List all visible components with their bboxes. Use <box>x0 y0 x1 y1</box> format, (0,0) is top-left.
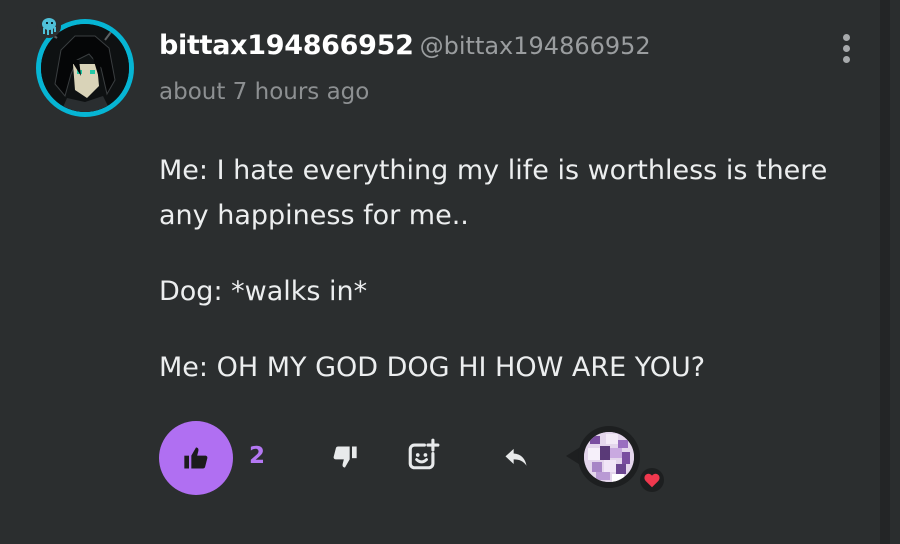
more-vertical-icon[interactable] <box>838 34 854 68</box>
heart-icon <box>644 473 660 488</box>
post-body: Me: I hate everything my life is worthle… <box>159 148 859 421</box>
add-reaction-icon <box>408 438 440 470</box>
author-handle[interactable]: @bittax194866952 <box>420 32 651 60</box>
author-avatar[interactable] <box>36 14 134 117</box>
add-reaction-button[interactable] <box>406 438 440 472</box>
thumbs-down-icon <box>333 446 357 468</box>
post-body-line: Me: OH MY GOD DOG HI HOW ARE YOU? <box>159 352 706 383</box>
reactor-avatar[interactable] <box>584 432 634 482</box>
heart-icon-wrap <box>640 468 664 492</box>
post-card: bittax194866952 @bittax194866952 about 7 … <box>0 0 890 544</box>
octopus-badge-icon <box>37 14 61 38</box>
author-username[interactable]: bittax194866952 <box>159 30 414 61</box>
like-button[interactable] <box>159 421 233 495</box>
reactions-summary[interactable] <box>566 424 664 492</box>
post-body-line: Dog: *walks in* <box>159 276 368 307</box>
thumbs-up-icon <box>184 447 208 469</box>
dislike-button[interactable] <box>328 440 362 474</box>
post-timestamp: about 7 hours ago <box>159 79 370 105</box>
post-body-line: Me: I hate everything my life is worthle… <box>159 155 828 231</box>
post-header: bittax194866952 @bittax194866952 <box>159 30 651 61</box>
screen-edge <box>880 0 890 544</box>
reply-button[interactable] <box>499 440 533 474</box>
reply-icon <box>505 448 527 466</box>
like-count: 2 <box>249 443 266 469</box>
